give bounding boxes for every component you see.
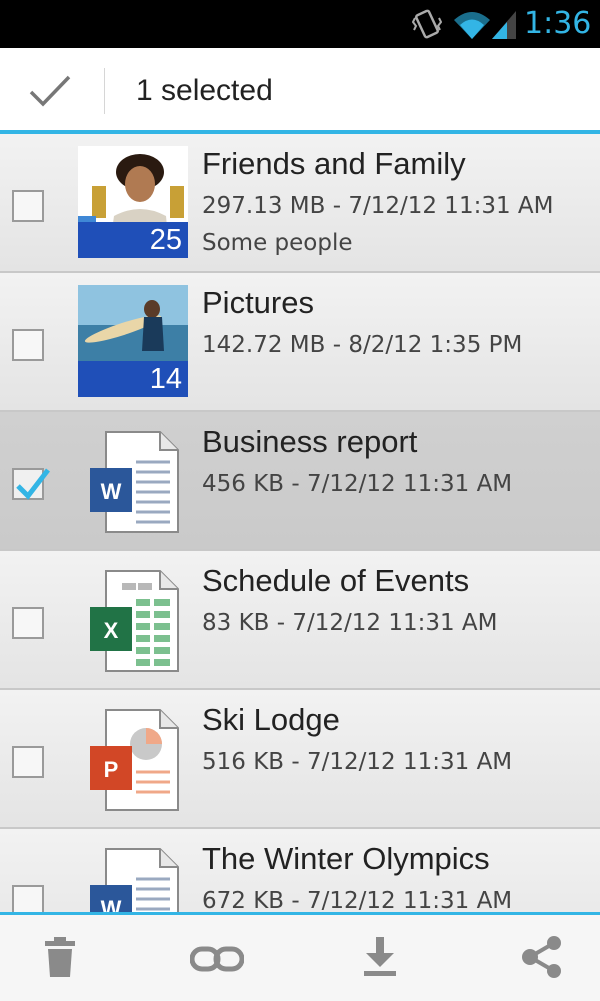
file-name: Friends and Family xyxy=(202,146,466,181)
file-name: Ski Lodge xyxy=(202,702,340,737)
svg-text:X: X xyxy=(104,618,119,643)
delete-button[interactable] xyxy=(10,915,110,1001)
list-item[interactable]: W The Winter Olympics 672 KB - 7/12/12 1… xyxy=(0,829,600,912)
photo-count-badge: 14 xyxy=(78,361,188,397)
list-item[interactable]: 25 Friends and Family 297.13 MB - 7/12/1… xyxy=(0,134,600,273)
powerpoint-presentation-icon: P xyxy=(90,709,179,811)
select-checkbox[interactable] xyxy=(12,329,44,361)
list-item[interactable]: W Business report 456 KB - 7/12/12 11:31… xyxy=(0,412,600,551)
selection-count: 1 selected xyxy=(136,74,273,107)
file-name: Schedule of Events xyxy=(202,563,470,598)
file-name: Pictures xyxy=(202,285,314,320)
svg-text:W: W xyxy=(101,896,122,912)
svg-text:P: P xyxy=(104,757,119,782)
list-item[interactable]: X Schedule of Events 83 KB - 7/12/12 11:… xyxy=(0,551,600,690)
status-bar: 1:36 xyxy=(0,0,600,48)
photo-count-badge: 25 xyxy=(78,222,188,258)
file-meta: 456 KB - 7/12/12 11:31 AM xyxy=(202,471,513,497)
trash-icon xyxy=(45,937,75,977)
share-icon xyxy=(522,936,561,978)
album-thumbnail: 25 xyxy=(78,146,188,258)
select-checkbox[interactable] xyxy=(12,746,44,778)
word-document-icon: W xyxy=(90,431,179,533)
contextual-action-bar: 1 selected xyxy=(0,48,600,134)
checkmark-icon xyxy=(29,75,71,107)
done-button[interactable] xyxy=(0,48,104,134)
signal-icon xyxy=(492,11,516,39)
share-button[interactable] xyxy=(488,915,588,1001)
list-item[interactable]: 14 Pictures 142.72 MB - 8/2/12 1:35 PM xyxy=(0,273,600,412)
file-meta: 83 KB - 7/12/12 11:31 AM xyxy=(202,610,498,636)
file-name: Business report xyxy=(202,424,418,459)
vibrate-icon xyxy=(412,9,442,39)
file-meta: 672 KB - 7/12/12 11:31 AM xyxy=(202,888,513,912)
excel-spreadsheet-icon: X xyxy=(90,570,179,672)
list-item[interactable]: P Ski Lodge 516 KB - 7/12/12 11:31 AM xyxy=(0,690,600,829)
link-icon xyxy=(190,946,244,972)
checkmark-icon xyxy=(16,468,50,500)
status-clock: 1:36 xyxy=(524,6,592,41)
file-list[interactable]: 25 Friends and Family 297.13 MB - 7/12/1… xyxy=(0,134,600,912)
select-checkbox[interactable] xyxy=(12,190,44,222)
album-thumbnail: 14 xyxy=(78,285,188,397)
wifi-icon xyxy=(454,12,490,39)
svg-text:W: W xyxy=(101,479,122,504)
file-description: Some people xyxy=(202,230,353,256)
file-meta: 297.13 MB - 7/12/12 11:31 AM xyxy=(202,193,554,219)
select-checkbox[interactable] xyxy=(12,468,50,500)
file-name: The Winter Olympics xyxy=(202,841,490,876)
bottom-action-bar xyxy=(0,912,600,1001)
share-link-button[interactable] xyxy=(168,915,268,1001)
download-button[interactable] xyxy=(330,915,430,1001)
file-meta: 516 KB - 7/12/12 11:31 AM xyxy=(202,749,513,775)
action-bar-divider xyxy=(104,68,105,114)
file-meta: 142.72 MB - 8/2/12 1:35 PM xyxy=(202,332,523,358)
select-checkbox[interactable] xyxy=(12,885,44,912)
select-checkbox[interactable] xyxy=(12,607,44,639)
download-icon xyxy=(364,937,396,976)
word-document-icon: W xyxy=(90,848,179,912)
